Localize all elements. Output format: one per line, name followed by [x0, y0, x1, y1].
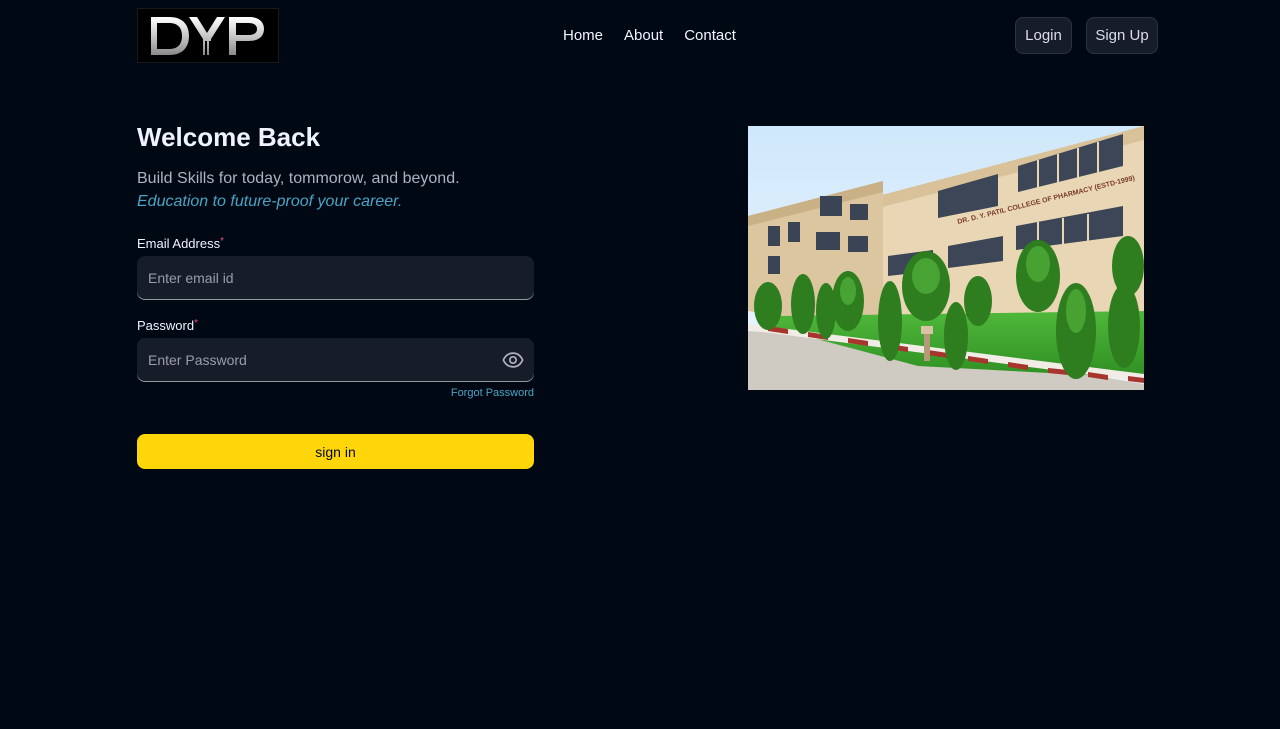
- password-field[interactable]: [137, 338, 534, 382]
- nav-link-contact[interactable]: Contact: [684, 27, 736, 44]
- login-form: Welcome Back Build Skills for today, tom…: [137, 120, 534, 469]
- email-field[interactable]: [137, 256, 534, 300]
- password-label: Password*: [137, 318, 534, 333]
- signup-button[interactable]: Sign Up: [1086, 17, 1158, 54]
- email-label: Email Address*: [137, 236, 534, 251]
- logo-image: [151, 16, 264, 55]
- email-field-wrapper: [137, 256, 534, 300]
- navbar: Home About Contact Login Sign Up: [0, 0, 1280, 72]
- sign-in-button[interactable]: sign in: [137, 434, 534, 469]
- page-title: Welcome Back: [137, 122, 321, 152]
- college-photo: DR. D. Y. PATIL COLLEGE OF PHARMACY (EST…: [748, 126, 1144, 390]
- password-field-wrapper: [137, 338, 534, 382]
- subtitle: Build Skills for today, tommorow, and be…: [137, 170, 460, 187]
- nav-links: Home About Contact: [563, 27, 736, 44]
- nav-link-home[interactable]: Home: [563, 27, 603, 44]
- login-button[interactable]: Login: [1015, 17, 1072, 54]
- required-mark: *: [220, 236, 224, 247]
- forgot-password-link[interactable]: Forgot Password: [137, 387, 534, 399]
- email-label-text: Email Address: [137, 236, 221, 251]
- nav-link-about[interactable]: About: [624, 27, 663, 44]
- password-label-text: Password: [137, 318, 195, 333]
- logo[interactable]: [137, 8, 279, 63]
- required-mark: *: [194, 318, 198, 329]
- tagline: Education to future-proof your career.: [137, 193, 403, 210]
- eye-icon[interactable]: [502, 349, 524, 371]
